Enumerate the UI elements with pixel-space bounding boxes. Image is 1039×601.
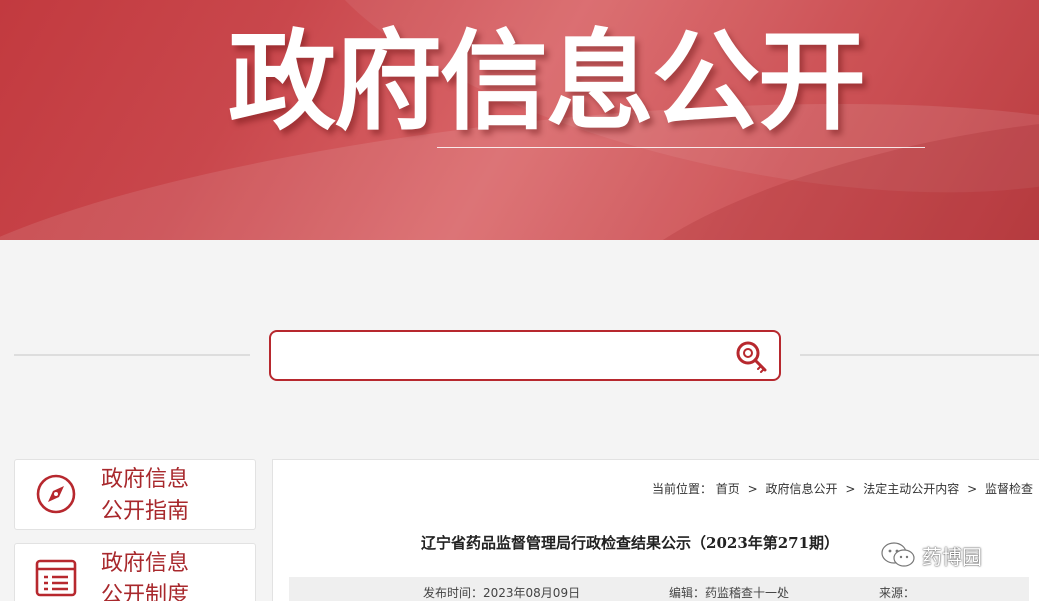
- breadcrumb-separator: >: [747, 482, 758, 496]
- sidebar-item-guide[interactable]: 政府信息 公开指南: [14, 459, 256, 530]
- sidebar-item-label: 政府信息 公开指南: [101, 467, 190, 524]
- sidebar-item-system[interactable]: 政府信息 公开制度: [14, 543, 256, 601]
- search-divider-right: [800, 354, 1039, 356]
- breadcrumb: 当前位置： 首页 > 政府信息公开 > 法定主动公开内容 > 监督检查: [652, 480, 1033, 497]
- article-title: 辽宁省药品监督管理局行政检查结果公示（2023年第271期）: [421, 534, 840, 552]
- watermark: 药博园: [880, 540, 982, 570]
- watermark-text: 药博园: [922, 544, 982, 569]
- document-list-icon: [35, 559, 77, 597]
- editor: 编辑：药监稽查十一处: [669, 586, 790, 600]
- banner-title: 政府信息公开: [228, 20, 866, 145]
- article-panel: 当前位置： 首页 > 政府信息公开 > 法定主动公开内容 > 监督检查 辽宁省药…: [272, 459, 1039, 601]
- search-input[interactable]: [281, 340, 721, 371]
- publish-date: 发布时间：2023年08月09日: [423, 586, 581, 600]
- breadcrumb-home[interactable]: 首页: [716, 482, 740, 496]
- banner-divider: [437, 147, 925, 148]
- compass-icon: [36, 474, 76, 514]
- breadcrumb-supervision[interactable]: 监督检查: [985, 482, 1033, 496]
- header-banner: 政府信息公开: [0, 0, 1039, 240]
- wechat-icon: [881, 542, 915, 567]
- breadcrumb-prefix: 当前位置：: [651, 482, 712, 496]
- search-box: [269, 330, 781, 381]
- breadcrumb-separator: >: [845, 482, 856, 496]
- search-icon: [736, 341, 767, 373]
- breadcrumb-gov-info[interactable]: 政府信息公开: [766, 482, 838, 496]
- article-meta-bar: 发布时间：2023年08月09日 编辑：药监稽查十一处 来源：: [289, 577, 1029, 601]
- breadcrumb-separator: >: [967, 482, 978, 496]
- search-button[interactable]: [734, 339, 770, 375]
- breadcrumb-statutory-content[interactable]: 法定主动公开内容: [863, 482, 959, 496]
- source: 来源：: [879, 586, 916, 600]
- search-divider-left: [14, 354, 250, 356]
- sidebar-item-label: 政府信息 公开制度: [101, 551, 190, 601]
